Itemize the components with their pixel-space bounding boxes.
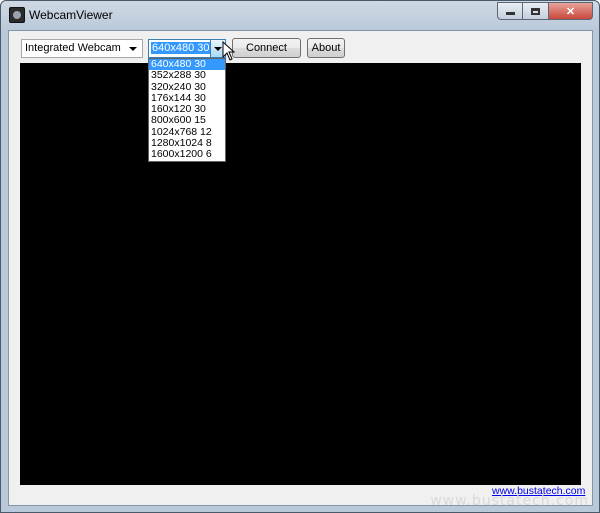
client-area: Integrated Webcam 640x480 30 Connect Abo… xyxy=(8,30,593,506)
chevron-down-icon[interactable] xyxy=(126,42,140,55)
camera-select-value: Integrated Webcam xyxy=(25,42,121,54)
title-bar[interactable]: WebcamViewer ✕ xyxy=(1,1,599,29)
resolution-select-value: 640x480 30 xyxy=(151,42,211,54)
camera-select[interactable]: Integrated Webcam xyxy=(21,39,143,58)
video-preview xyxy=(20,63,581,485)
minimize-button[interactable] xyxy=(497,2,523,20)
maximize-icon xyxy=(531,7,540,15)
close-button[interactable]: ✕ xyxy=(549,2,593,20)
webcam-app-icon xyxy=(9,7,25,23)
resolution-option[interactable]: 352x288 30 xyxy=(149,69,225,81)
resolution-dropdown-list[interactable]: 640x480 30 352x288 30 320x240 30 176x144 30… xyxy=(148,58,226,162)
window-controls: ✕ xyxy=(497,2,593,21)
resolution-option[interactable]: 1600x1200 6 xyxy=(149,149,225,161)
app-window: WebcamViewer ✕ Integrated Webcam 640x480… xyxy=(0,0,600,513)
mouse-cursor-icon xyxy=(222,41,236,61)
connect-button[interactable]: Connect xyxy=(232,38,301,58)
about-button[interactable]: About xyxy=(307,38,345,58)
maximize-button[interactable] xyxy=(523,2,549,20)
watermark-text: www.bustatech.com xyxy=(430,493,589,509)
close-icon: ✕ xyxy=(565,5,576,18)
minimize-icon xyxy=(505,12,515,15)
window-title: WebcamViewer xyxy=(29,8,113,22)
resolution-select[interactable]: 640x480 30 xyxy=(148,39,226,58)
